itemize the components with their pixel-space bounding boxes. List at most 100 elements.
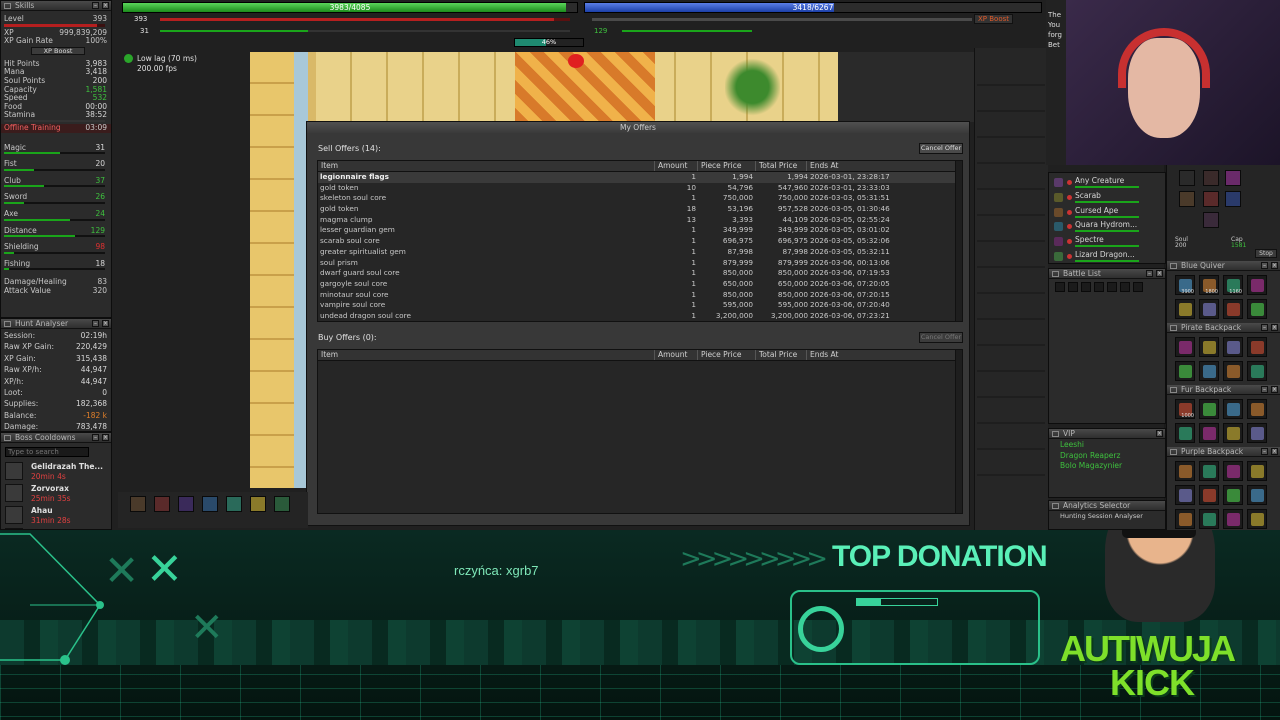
- item-slot[interactable]: [1247, 461, 1267, 481]
- sell-offer-row[interactable]: scarab soul core 1 696,975 696,975 2026-03-0…: [318, 236, 962, 247]
- sell-offer-row[interactable]: soul prism 1 879,999 879,999 2026-03-06, 00:…: [318, 258, 962, 269]
- creature-entry[interactable]: Spectre: [1049, 234, 1165, 249]
- item-slot[interactable]: [1247, 399, 1267, 419]
- vip-entry[interactable]: Dragon Reaperz: [1060, 451, 1165, 462]
- item-slot[interactable]: [1223, 423, 1243, 443]
- legs-slot[interactable]: [1203, 212, 1219, 228]
- sell-offer-row[interactable]: skeleton soul core 1 750,000 750,000 2026-03…: [318, 193, 962, 204]
- item-slot[interactable]: [1175, 461, 1195, 481]
- item-slot[interactable]: [1175, 361, 1195, 381]
- col-amount[interactable]: Amount: [654, 161, 698, 171]
- sell-offer-row[interactable]: legionnaire flags 1 1,994 1,994 2026-03-01, …: [318, 172, 962, 183]
- item-slot[interactable]: [1247, 423, 1267, 443]
- cancel-offer-button-2[interactable]: Cancel Offer: [919, 332, 963, 343]
- filter-icon[interactable]: [1094, 282, 1104, 292]
- item-slot[interactable]: [1247, 337, 1267, 357]
- item-slot[interactable]: [1175, 509, 1195, 529]
- close-button[interactable]: ×: [1271, 448, 1278, 455]
- boss-search-input[interactable]: [5, 447, 89, 457]
- sell-offer-row[interactable]: magma clump 13 3,393 44,109 2026-03-05, 02:5…: [318, 215, 962, 226]
- sell-scrollbar[interactable]: [955, 161, 962, 321]
- boss-entry[interactable]: Gelidrazah The... 20min 4s: [1, 461, 111, 483]
- item-slot[interactable]: [1175, 485, 1195, 505]
- minimize-button[interactable]: –: [92, 2, 99, 9]
- item-slot[interactable]: [1247, 509, 1267, 529]
- hotkey-slot[interactable]: [274, 496, 290, 512]
- item-slot[interactable]: [1247, 485, 1267, 505]
- col-piece-price[interactable]: Piece Price: [697, 161, 754, 171]
- item-slot[interactable]: [1199, 361, 1219, 381]
- hotkey-slot[interactable]: [250, 496, 266, 512]
- sell-offer-row[interactable]: lesser guardian gem 1 349,999 349,999 2026-0…: [318, 225, 962, 236]
- boss-entry[interactable]: Ahau 31min 28s: [1, 505, 111, 527]
- col-ends-at[interactable]: Ends At: [806, 350, 956, 360]
- item-slot[interactable]: [1247, 299, 1267, 319]
- shield-slot[interactable]: [1225, 191, 1241, 207]
- armor-slot[interactable]: [1203, 191, 1219, 207]
- item-slot[interactable]: 1800: [1199, 275, 1219, 295]
- sell-offer-row[interactable]: gargoyle soul core 1 650,000 650,000 2026-03…: [318, 279, 962, 290]
- sell-offer-row[interactable]: minotaur soul core 1 850,000 850,000 2026-03…: [318, 290, 962, 301]
- minimize-button[interactable]: –: [92, 434, 99, 441]
- col-ends-at[interactable]: Ends At: [806, 161, 956, 171]
- hotkey-slot[interactable]: [226, 496, 242, 512]
- item-slot[interactable]: 1000: [1175, 399, 1195, 419]
- col-amount[interactable]: Amount: [654, 350, 698, 360]
- filter-icon[interactable]: [1133, 282, 1143, 292]
- item-slot[interactable]: [1199, 337, 1219, 357]
- buy-scrollbar[interactable]: [955, 350, 962, 513]
- item-slot[interactable]: [1223, 399, 1243, 419]
- minimize-button[interactable]: –: [1261, 448, 1268, 455]
- filter-icon[interactable]: [1068, 282, 1078, 292]
- sell-offer-row[interactable]: gold token 10 54,796 547,960 2026-03-01, 23:…: [318, 183, 962, 194]
- close-button[interactable]: ×: [1156, 270, 1163, 277]
- minimize-button[interactable]: –: [92, 320, 99, 327]
- item-slot[interactable]: [1223, 485, 1243, 505]
- close-button[interactable]: ×: [1271, 324, 1278, 331]
- item-slot[interactable]: [1247, 361, 1267, 381]
- minimize-button[interactable]: –: [1261, 324, 1268, 331]
- creature-entry[interactable]: Any Creature: [1049, 175, 1165, 190]
- item-slot[interactable]: [1175, 423, 1195, 443]
- filter-icon[interactable]: [1107, 282, 1117, 292]
- item-slot[interactable]: [1223, 461, 1243, 481]
- item-slot[interactable]: [1223, 509, 1243, 529]
- weapon-slot[interactable]: [1179, 191, 1195, 207]
- creature-entry[interactable]: Scarab: [1049, 190, 1165, 205]
- xp-boost-button[interactable]: XP Boost: [31, 46, 85, 55]
- sell-offer-row[interactable]: undead dragon soul core 1 3,200,000 3,200,0…: [318, 311, 962, 322]
- creature-entry[interactable]: Lizard Dragon...: [1049, 249, 1165, 264]
- item-slot[interactable]: [1247, 275, 1267, 295]
- sell-offer-row[interactable]: gold token 18 53,196 957,528 2026-03-05, 01:…: [318, 204, 962, 215]
- col-item[interactable]: Item: [318, 350, 338, 360]
- amulet-slot[interactable]: [1179, 170, 1195, 186]
- item-slot[interactable]: [1199, 485, 1219, 505]
- hotkey-slot[interactable]: [154, 496, 170, 512]
- analytics-item[interactable]: Hunting Session Analyser: [1049, 511, 1165, 521]
- vip-entry[interactable]: Bolo Magazynier: [1060, 461, 1165, 472]
- hotkey-slot[interactable]: [178, 496, 194, 512]
- item-slot[interactable]: [1199, 509, 1219, 529]
- col-total-price[interactable]: Total Price: [755, 350, 809, 360]
- close-button[interactable]: ×: [1271, 386, 1278, 393]
- boss-entry[interactable]: Zorvorax 25min 35s: [1, 483, 111, 505]
- sell-offer-row[interactable]: dwarf guard soul core 1 850,000 850,000 2026…: [318, 268, 962, 279]
- helmet-slot[interactable]: [1203, 170, 1219, 186]
- hotkey-slot[interactable]: [202, 496, 218, 512]
- sell-offer-row[interactable]: greater spiritualist gem 1 87,998 87,998 202…: [318, 247, 962, 258]
- close-button[interactable]: ×: [1271, 262, 1278, 269]
- hotkey-slot[interactable]: [130, 496, 146, 512]
- close-button[interactable]: ×: [102, 320, 109, 327]
- cancel-offer-button[interactable]: Cancel Offer: [919, 143, 963, 154]
- xp-boost-label[interactable]: XP Boost: [974, 14, 1014, 24]
- col-piece-price[interactable]: Piece Price: [697, 350, 754, 360]
- item-slot[interactable]: [1199, 423, 1219, 443]
- filter-icon[interactable]: [1055, 282, 1065, 292]
- stop-button[interactable]: Stop: [1255, 249, 1277, 258]
- col-total-price[interactable]: Total Price: [755, 161, 809, 171]
- close-button[interactable]: ×: [1156, 430, 1163, 437]
- item-slot[interactable]: 3900: [1175, 275, 1195, 295]
- item-slot[interactable]: 1160: [1223, 275, 1243, 295]
- item-slot[interactable]: [1175, 337, 1195, 357]
- creature-entry[interactable]: Quara Hydrom...: [1049, 219, 1165, 234]
